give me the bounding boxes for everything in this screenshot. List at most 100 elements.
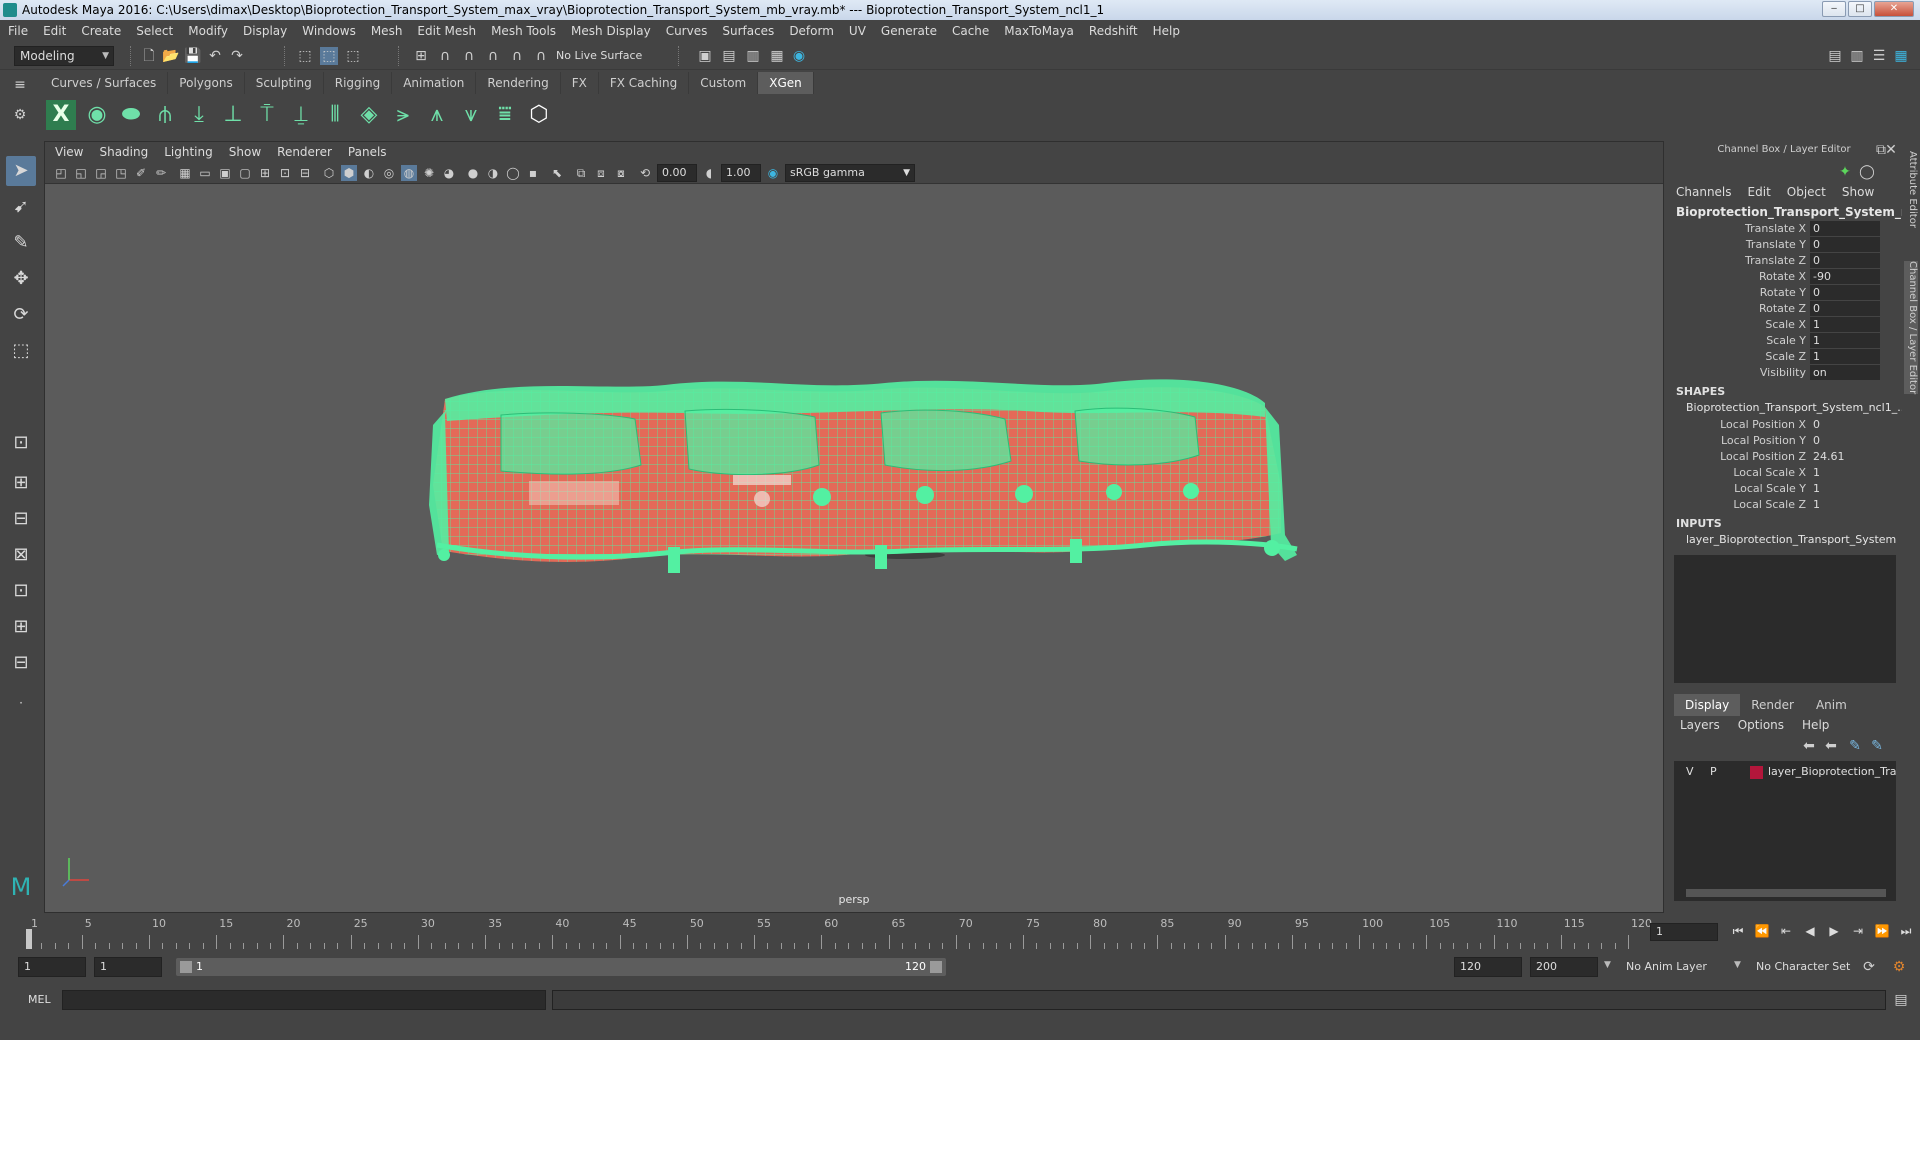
cb-menu-show[interactable]: Show <box>1842 185 1874 203</box>
rotate-tool-icon[interactable]: ⟳ <box>6 300 36 330</box>
render-settings-icon[interactable]: ▣ <box>696 47 714 65</box>
layout-four-icon[interactable]: ⊟ <box>6 504 36 534</box>
menu-deform[interactable]: Deform <box>789 24 834 38</box>
layer-row[interactable]: V P layer_Bioprotection_Tran <box>1674 763 1896 781</box>
attr-local-scale-x[interactable]: Local Scale X1 <box>1670 465 1896 481</box>
xgen-lock-length-icon[interactable]: ⍊ <box>286 100 316 130</box>
field-chart-icon[interactable]: ⊞ <box>257 165 273 181</box>
render-frame-icon[interactable]: ▥ <box>744 47 762 65</box>
attr-translate-y[interactable]: Translate Y0 <box>1670 237 1896 253</box>
layer-color-swatch[interactable] <box>1750 766 1763 779</box>
select-object-icon[interactable]: ⬚ <box>320 47 338 65</box>
close-button[interactable]: ✕ <box>1874 1 1914 17</box>
menu-create[interactable]: Create <box>81 24 121 38</box>
viewport-canvas[interactable]: persp <box>45 185 1663 912</box>
menu-mesh[interactable]: Mesh <box>371 24 403 38</box>
vp-menu-panels[interactable]: Panels <box>348 145 387 159</box>
use-default-material-icon[interactable]: ◐ <box>361 165 377 181</box>
layout-hypershade-icon[interactable]: ⊟ <box>6 648 36 678</box>
snap-view-plane-icon[interactable]: ∩ <box>484 47 502 65</box>
layout-persp-graph-icon[interactable]: ⊡ <box>6 576 36 606</box>
snap-point-icon[interactable]: ∩ <box>460 47 478 65</box>
menu-set-dropdown[interactable]: Modeling ▼ <box>14 46 114 66</box>
two-d-pan-icon[interactable]: ✐ <box>133 165 149 181</box>
chevron-down-icon[interactable]: ▼ <box>1604 960 1611 970</box>
attr-local-scale-y[interactable]: Local Scale Y1 <box>1670 481 1896 497</box>
attr-rotate-x[interactable]: Rotate X -90 <box>1670 269 1896 285</box>
attr-local-position-x[interactable]: Local Position X0 <box>1670 417 1896 433</box>
snap-curve-icon[interactable]: ∩ <box>436 47 454 65</box>
xgen-clumping-icon[interactable]: ⩸ <box>490 100 520 130</box>
time-slider-ticks[interactable]: 1 5 10 15 20 25 30 35 40 45 50 55 60 65 70 75 80 85 90 95 10… <box>26 915 1652 949</box>
view-transform-dropdown[interactable]: sRGB gamma ▼ <box>785 164 915 182</box>
resolution-gate-icon[interactable]: ▣ <box>217 165 233 181</box>
selected-object-name[interactable]: Bioprotection_Transport_System_ncl1_1 <box>1676 205 1920 219</box>
cb-menu-object[interactable]: Object <box>1787 185 1826 203</box>
attr-rotate-z[interactable]: Rotate Z0 <box>1670 301 1896 317</box>
range-start-handle[interactable] <box>180 961 192 973</box>
menu-generate[interactable]: Generate <box>881 24 937 38</box>
screen-space-ao-icon[interactable]: ● <box>465 165 481 181</box>
layer-playback-toggle[interactable]: P <box>1710 765 1717 778</box>
shadows-icon[interactable]: ◕ <box>441 165 457 181</box>
script-editor-icon[interactable]: ▤ <box>1892 991 1910 1009</box>
shelf-tab-rendering[interactable]: Rendering <box>476 72 561 94</box>
xray-icon[interactable]: ⧉ <box>573 165 589 181</box>
attr-translate-x[interactable]: Translate X0 <box>1670 221 1896 237</box>
snap-live-icon[interactable]: ∩ <box>508 47 526 65</box>
anim-layer-selector[interactable]: No Anim Layer <box>1626 960 1707 973</box>
shelf-tab-polygons[interactable]: Polygons <box>168 72 245 94</box>
camera-attributes-icon[interactable]: ◱ <box>73 165 89 181</box>
playback-end-field[interactable]: 120 <box>1454 957 1522 977</box>
layer-list-scrollbar[interactable] <box>1686 889 1886 897</box>
play-backwards-icon[interactable]: ◀ <box>1800 921 1820 941</box>
more-layouts-icon[interactable]: · <box>6 688 36 718</box>
scale-tool-icon[interactable]: ⬚ <box>6 336 36 366</box>
command-input[interactable] <box>62 990 546 1010</box>
isolate-select-icon[interactable]: ⬉ <box>549 165 565 181</box>
maximize-button[interactable]: □ <box>1848 1 1872 17</box>
menu-select[interactable]: Select <box>136 24 173 38</box>
animation-start-field[interactable]: 1 <box>18 957 86 977</box>
layout-outliner-icon[interactable]: ⊞ <box>6 612 36 642</box>
xgen-move-guides-icon[interactable]: ⤓ <box>184 100 214 130</box>
step-back-frame-icon[interactable]: ⏪ <box>1752 921 1772 941</box>
snap-grid-icon[interactable]: ⊞ <box>412 47 430 65</box>
use-all-lights-icon[interactable]: ✺ <box>421 165 437 181</box>
attribute-editor-toggle-icon[interactable]: ▥ <box>1848 47 1866 65</box>
select-hierarchy-icon[interactable]: ⬚ <box>296 47 314 65</box>
go-to-start-icon[interactable]: ⏮ <box>1728 921 1748 941</box>
attr-visibility[interactable]: Visibility on <box>1670 365 1896 381</box>
step-forward-frame-icon[interactable]: ⏩ <box>1872 921 1892 941</box>
shelf-tab-curves-surfaces[interactable]: Curves / Surfaces <box>40 72 169 94</box>
menu-curves[interactable]: Curves <box>666 24 708 38</box>
gamma-icon[interactable]: ◖ <box>701 165 717 181</box>
animation-preferences-icon[interactable]: ⚙ <box>1890 958 1908 976</box>
xgen-rotate-guides-icon[interactable]: ⍑ <box>252 100 282 130</box>
attr-local-position-y[interactable]: Local Position Y0 <box>1670 433 1896 449</box>
channel-settings-icon[interactable]: ◯ <box>1858 163 1876 181</box>
tool-settings-toggle-icon[interactable]: ☰ <box>1870 47 1888 65</box>
redo-icon[interactable]: ↷ <box>228 47 246 65</box>
menu-maxtomaya[interactable]: MaxToMaya <box>1004 24 1074 38</box>
hypershade-icon[interactable]: ◉ <box>790 47 808 65</box>
layer-name[interactable]: layer_Bioprotection_Tran <box>1768 765 1896 778</box>
playback-start-field[interactable]: 1 <box>94 957 162 977</box>
attr-rotate-y[interactable]: Rotate Y0 <box>1670 285 1896 301</box>
vp-menu-shading[interactable]: Shading <box>99 145 148 159</box>
xgen-grass-icon[interactable]: ⩚ <box>422 100 452 130</box>
chevron-down-icon[interactable]: ▼ <box>1734 960 1741 970</box>
live-surface-label[interactable]: No Live Surface <box>556 49 642 62</box>
ipr-render-icon[interactable]: ▦ <box>768 47 786 65</box>
render-view-icon[interactable]: ▤ <box>720 47 738 65</box>
layer-tab-anim[interactable]: Anim <box>1805 694 1858 716</box>
shelf-tab-animation[interactable]: Animation <box>392 72 477 94</box>
xgen-layer-icon[interactable]: ◈ <box>354 100 384 130</box>
open-scene-icon[interactable]: 📂 <box>162 47 180 65</box>
animation-end-field[interactable]: 200 <box>1530 957 1598 977</box>
layout-side-by-side-icon[interactable]: ⊠ <box>6 540 36 570</box>
vp-menu-lighting[interactable]: Lighting <box>164 145 213 159</box>
move-layer-down-icon[interactable]: ⬅ <box>1822 737 1840 755</box>
channel-box-toggle-icon[interactable]: ▦ <box>1892 47 1910 65</box>
menu-cache[interactable]: Cache <box>952 24 989 38</box>
